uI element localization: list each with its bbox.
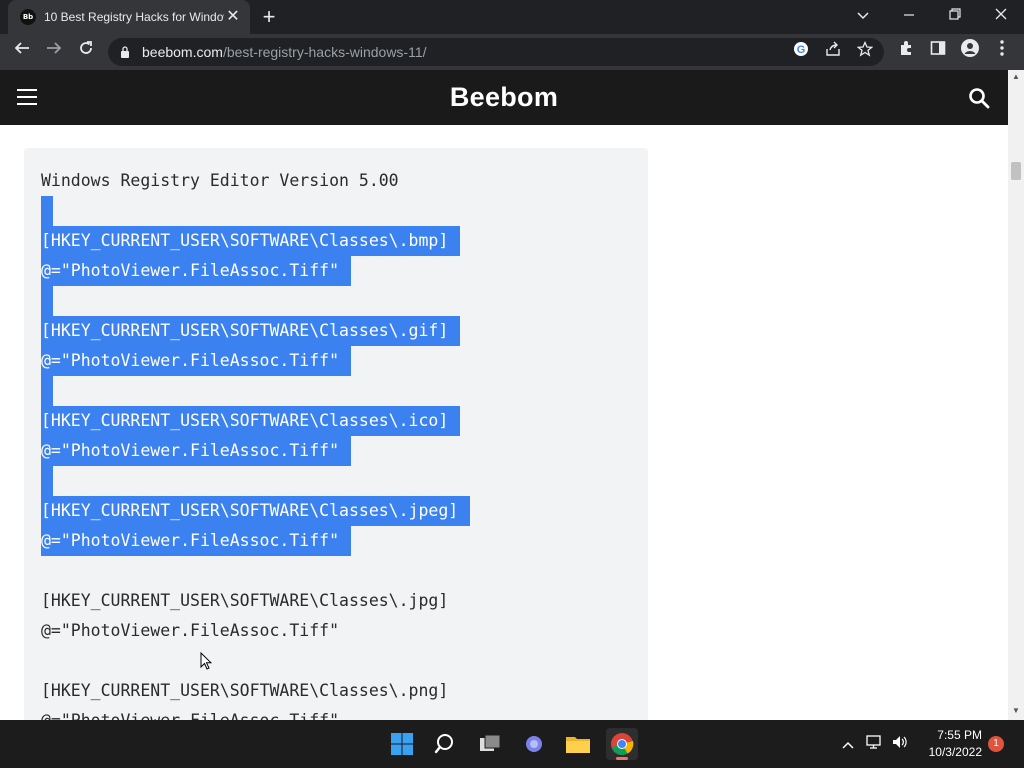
chrome-menu-icon[interactable] xyxy=(989,39,1015,65)
clock-time: 7:55 PM xyxy=(937,728,982,742)
site-logo[interactable]: Beebom xyxy=(0,82,1008,113)
file-explorer-icon[interactable] xyxy=(562,728,594,760)
start-button[interactable] xyxy=(386,728,418,760)
notification-badge[interactable]: 1 xyxy=(988,736,1004,752)
site-header: Beebom xyxy=(0,70,1008,125)
network-icon[interactable] xyxy=(865,734,885,754)
code-line: [HKEY_CURRENT_USER\SOFTWARE\Classes\.gif… xyxy=(41,316,461,346)
side-panel-icon[interactable] xyxy=(925,39,951,65)
scrollbar-thumb[interactable] xyxy=(1011,162,1021,180)
close-window-button[interactable] xyxy=(978,0,1024,30)
address-bar[interactable]: beebom.com/best-registry-hacks-windows-1… xyxy=(108,38,884,66)
taskbar-clock[interactable]: 7:55 PM 10/3/2022 xyxy=(912,727,982,761)
reload-button[interactable] xyxy=(73,39,99,65)
bookmark-star-icon[interactable] xyxy=(854,40,876,63)
clock-date: 10/3/2022 xyxy=(928,745,982,759)
active-app-indicator xyxy=(616,757,628,760)
code-line: @="PhotoViewer.FileAssoc.Tiff" xyxy=(41,346,352,376)
tab-close-icon[interactable]: ✕ xyxy=(224,8,242,26)
code-line: [HKEY_CURRENT_USER\SOFTWARE\Classes\.png… xyxy=(41,681,449,700)
code-line-blank xyxy=(41,466,53,496)
back-button[interactable] xyxy=(9,39,35,65)
tab-search-chevron-icon[interactable] xyxy=(840,0,886,30)
code-line-blank xyxy=(41,196,53,226)
search-icon[interactable] xyxy=(968,87,990,109)
tab-title: 10 Best Registry Hacks for Windows 11 xyxy=(44,10,224,24)
code-block: Windows Registry Editor Version 5.00 [HK… xyxy=(24,148,648,720)
minimize-button[interactable] xyxy=(886,0,932,30)
mouse-pointer-icon xyxy=(200,652,212,670)
teams-chat-icon[interactable] xyxy=(518,728,550,760)
code-line: @="PhotoViewer.FileAssoc.Tiff" xyxy=(41,706,339,720)
code-line: @="PhotoViewer.FileAssoc.Tiff" xyxy=(41,621,340,640)
scroll-up-arrow-icon[interactable]: ▲ xyxy=(1012,73,1020,81)
code-line: Windows Registry Editor Version 5.00 xyxy=(41,171,399,190)
url-host: beebom.com xyxy=(142,44,223,60)
forward-button[interactable] xyxy=(41,39,67,65)
profile-avatar-icon[interactable] xyxy=(957,39,983,65)
page-viewport: Beebom Windows Registry Editor Version 5… xyxy=(0,70,1024,720)
google-lens-icon[interactable]: G xyxy=(790,41,812,63)
restore-button[interactable] xyxy=(932,0,978,30)
scroll-down-arrow-icon[interactable]: ▼ xyxy=(1012,707,1020,715)
url-path: /best-registry-hacks-windows-11/ xyxy=(222,44,427,60)
beebom-favicon-icon: Bb xyxy=(20,9,36,25)
taskbar-search-icon[interactable] xyxy=(430,728,462,760)
browser-toolbar: beebom.com/best-registry-hacks-windows-1… xyxy=(0,34,1024,70)
code-line: [HKEY_CURRENT_USER\SOFTWARE\Classes\.ico… xyxy=(41,406,461,436)
code-line-blank xyxy=(41,376,53,406)
svg-text:G: G xyxy=(797,44,806,56)
code-line-blank xyxy=(41,286,53,316)
share-icon[interactable] xyxy=(822,41,844,63)
extensions-puzzle-icon[interactable] xyxy=(893,39,919,65)
code-line: [HKEY_CURRENT_USER\SOFTWARE\Classes\.bmp… xyxy=(41,226,461,256)
browser-tab[interactable]: Bb 10 Best Registry Hacks for Windows 11… xyxy=(8,0,250,34)
tab-strip: Bb 10 Best Registry Hacks for Windows 11… xyxy=(0,0,1024,34)
lock-icon xyxy=(121,46,129,58)
new-tab-button[interactable]: + xyxy=(256,4,282,30)
code-line: [HKEY_CURRENT_USER\SOFTWARE\Classes\.jpe… xyxy=(41,496,471,526)
code-line: [HKEY_CURRENT_USER\SOFTWARE\Classes\.jpg… xyxy=(41,591,449,610)
code-line: @="PhotoViewer.FileAssoc.Tiff" xyxy=(41,436,352,466)
page-scrollbar[interactable]: ▲ ▼ xyxy=(1008,70,1024,720)
tray-overflow-chevron-icon[interactable] xyxy=(838,734,858,754)
url-text: beebom.com/best-registry-hacks-windows-1… xyxy=(142,44,427,60)
code-line: @="PhotoViewer.FileAssoc.Tiff" xyxy=(41,256,352,286)
volume-icon[interactable] xyxy=(890,734,910,754)
windows-taskbar: 7:55 PM 10/3/2022 1 xyxy=(0,720,1024,768)
task-view-icon[interactable] xyxy=(474,728,506,760)
chrome-taskbar-icon[interactable] xyxy=(606,728,638,760)
code-line: @="PhotoViewer.FileAssoc.Tiff" xyxy=(41,526,352,556)
